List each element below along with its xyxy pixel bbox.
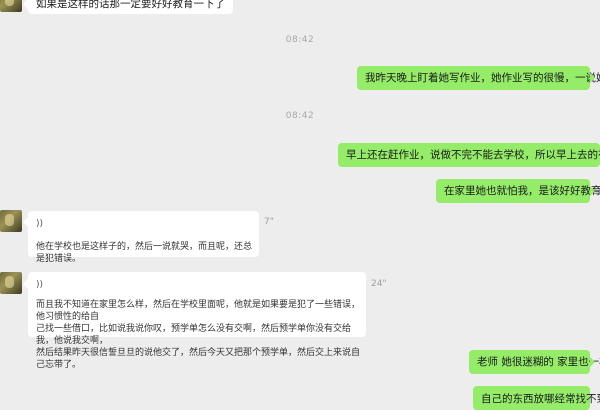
transcript-line: 然后结果昨天很信誓旦旦的说他交了，然后今天又把那个预学单，然后交上来说自己忘带了… xyxy=(36,348,361,370)
message-text: 在家里她也就怕我，是该好好教育了 xyxy=(444,185,600,197)
transcript-line: 而且我不知道在家里怎么样，然后在学校里面呢，他就是如果要是犯了一些错误，他习惯性… xyxy=(36,300,361,322)
avatar[interactable] xyxy=(0,272,22,294)
timestamp: 08:42 xyxy=(285,111,315,121)
message-text: 自己的东西放哪经常找不到 xyxy=(481,393,600,405)
voice-duration: 24" xyxy=(371,279,387,289)
message-text: 如果是这样的话那一定要好好教育一下了 xyxy=(36,0,225,10)
bubble-tail xyxy=(590,73,595,83)
voice-duration: 7" xyxy=(264,217,274,227)
avatar[interactable] xyxy=(0,210,22,232)
voice-wave-icon: )) xyxy=(36,280,44,290)
avatar[interactable] xyxy=(0,0,22,12)
message-text: 早上还在赶作业，说做不完不能去学校，所以早上去的有点晚 xyxy=(346,149,600,161)
voice-transcript: 他在学校也是这样子的，然后一说就哭，而且呢，还总是犯错误。 xyxy=(36,241,259,265)
message-text: 我昨天晚上盯着她写作业，她作业写的很慢，一说她就哭 xyxy=(365,72,600,84)
voice-transcript: 而且我不知道在家里怎么样，然后在学校里面呢，他就是如果要是犯了一些错误，他习惯性… xyxy=(36,299,362,371)
timestamp: 08:42 xyxy=(285,35,315,45)
voice-wave-icon: )) xyxy=(36,219,44,229)
outgoing-message-bubble[interactable]: 自己的东西放哪经常找不到 xyxy=(473,386,600,410)
bubble-tail xyxy=(590,357,595,367)
outgoing-message-bubble[interactable]: 早上还在赶作业，说做不完不能去学校，所以早上去的有点晚 xyxy=(338,143,600,167)
voice-message-bubble[interactable]: )) 他在学校也是这样子的，然后一说就哭，而且呢，还总是犯错误。 xyxy=(28,211,259,264)
bubble-tail xyxy=(590,186,595,196)
transcript-line: 己找一些借口，比如说我说你叹，预学单怎么没有交啊，然后预学单你没有交给我，他说我… xyxy=(36,324,352,346)
outgoing-message-bubble[interactable]: 老师 她很迷糊的 家里也一样 xyxy=(469,350,600,374)
voice-message-bubble[interactable]: )) 而且我不知道在家里怎么样，然后在学校里面呢，他就是如果要是犯了一些错误，他… xyxy=(28,272,366,370)
message-text: 老师 她很迷糊的 家里也一样 xyxy=(477,356,600,368)
transcript-text: 他在学校也是这样子的，然后一说就哭，而且呢，还总是犯错误。 xyxy=(36,242,253,264)
outgoing-message-bubble[interactable]: 我昨天晚上盯着她写作业，她作业写的很慢，一说她就哭 xyxy=(357,66,600,90)
outgoing-message-bubble[interactable]: 在家里她也就怕我，是该好好教育了 xyxy=(436,179,600,203)
incoming-message-bubble[interactable]: 如果是这样的话那一定要好好教育一下了 xyxy=(28,0,233,14)
